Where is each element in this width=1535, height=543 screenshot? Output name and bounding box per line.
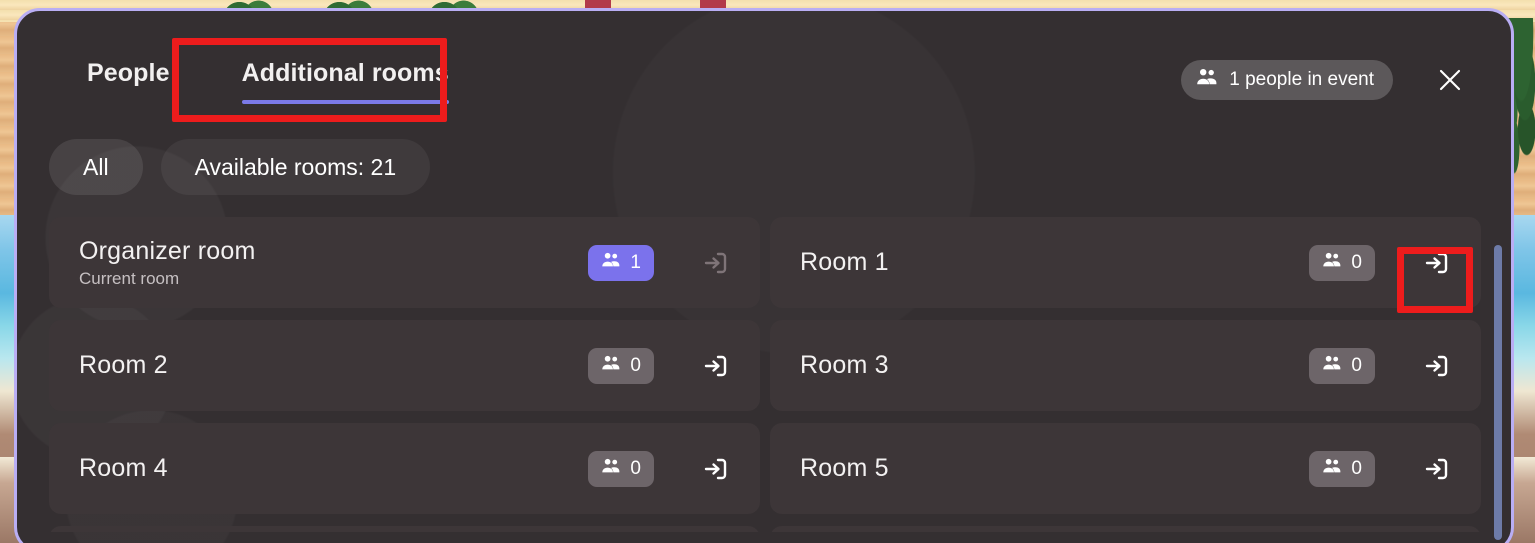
enter-room-icon[interactable] <box>1417 449 1457 489</box>
rooms-scrollbar-track[interactable] <box>1494 233 1502 543</box>
room-name: Room 1 <box>800 248 889 276</box>
people-icon <box>601 355 621 377</box>
rooms-grid: Organizer room Current room 1 Room 1 0 R… <box>49 217 1481 532</box>
dialog-tabs: People Additional rooms <box>17 11 485 104</box>
room-text: Room 5 <box>800 454 889 483</box>
dialog-header: People Additional rooms 1 people in even… <box>17 11 1511 133</box>
filter-chip-all-label: All <box>83 153 109 180</box>
tab-people[interactable]: People <box>51 59 206 88</box>
people-icon <box>601 252 621 274</box>
people-icon <box>1196 68 1218 92</box>
room-actions: 0 <box>1309 449 1457 489</box>
close-icon[interactable] <box>1429 59 1471 101</box>
room-occupancy-badge: 0 <box>1309 347 1375 384</box>
people-icon <box>1322 355 1342 377</box>
room-occupancy-count: 0 <box>1351 354 1362 376</box>
room-text: Organizer room Current room <box>79 237 255 289</box>
enter-room-icon[interactable] <box>696 449 736 489</box>
room-actions: 0 <box>588 449 736 489</box>
additional-rooms-dialog: People Additional rooms 1 people in even… <box>14 8 1514 543</box>
filter-chip-available-rooms-label: Available rooms: 21 <box>194 153 397 180</box>
tab-additional-rooms-label: Additional rooms <box>241 59 449 87</box>
room-name: Room 2 <box>79 351 168 379</box>
room-card-partial[interactable] <box>49 526 760 532</box>
enter-room-icon[interactable] <box>1417 243 1457 283</box>
room-card-room-4[interactable]: Room 4 0 <box>49 423 760 514</box>
tab-people-label: People <box>87 59 170 87</box>
room-card-room-2[interactable]: Room 2 0 <box>49 320 760 411</box>
enter-room-icon <box>696 243 736 283</box>
room-actions: 1 <box>588 243 736 283</box>
room-text: Room 1 <box>800 248 889 277</box>
room-card-room-1[interactable]: Room 1 0 <box>770 217 1481 308</box>
enter-room-icon[interactable] <box>696 346 736 386</box>
header-actions: 1 people in event <box>1181 11 1511 101</box>
room-name: Room 5 <box>800 454 889 482</box>
rooms-scroll-area[interactable]: Organizer room Current room 1 Room 1 0 R… <box>17 217 1511 532</box>
room-text: Room 2 <box>79 351 168 380</box>
room-text: Room 4 <box>79 454 168 483</box>
room-filters: All Available rooms: 21 <box>17 139 1511 195</box>
room-occupancy-badge: 0 <box>588 450 654 487</box>
filter-chip-all[interactable]: All <box>49 139 143 195</box>
room-actions: 0 <box>1309 346 1457 386</box>
app-root: People Additional rooms 1 people in even… <box>0 0 1535 543</box>
filter-chip-available-rooms[interactable]: Available rooms: 21 <box>160 139 431 195</box>
room-text: Room 3 <box>800 351 889 380</box>
room-name: Room 3 <box>800 351 889 379</box>
people-icon <box>601 458 621 480</box>
room-occupancy-badge: 0 <box>1309 450 1375 487</box>
room-actions: 0 <box>588 346 736 386</box>
people-in-event-badge[interactable]: 1 people in event <box>1181 60 1393 100</box>
room-card-partial[interactable] <box>770 526 1481 532</box>
room-occupancy-count: 1 <box>630 251 641 273</box>
room-card-room-3[interactable]: Room 3 0 <box>770 320 1481 411</box>
room-occupancy-count: 0 <box>630 457 641 479</box>
room-subtitle: Current room <box>79 268 180 288</box>
tab-additional-rooms[interactable]: Additional rooms <box>206 59 485 104</box>
rooms-scrollbar-thumb[interactable] <box>1494 245 1502 540</box>
enter-room-icon[interactable] <box>1417 346 1457 386</box>
room-card-organizer-room[interactable]: Organizer room Current room 1 <box>49 217 760 308</box>
people-icon <box>1322 458 1342 480</box>
room-occupancy-count: 0 <box>630 354 641 376</box>
people-icon <box>1322 252 1342 274</box>
room-occupancy-badge: 1 <box>588 244 654 281</box>
room-name: Organizer room <box>79 236 256 265</box>
room-actions: 0 <box>1309 243 1457 283</box>
room-occupancy-badge: 0 <box>588 347 654 384</box>
tab-active-underline <box>241 100 449 104</box>
room-name: Room 4 <box>79 454 168 482</box>
room-card-room-5[interactable]: Room 5 0 <box>770 423 1481 514</box>
room-occupancy-count: 0 <box>1351 251 1362 273</box>
people-in-event-label: 1 people in event <box>1229 69 1374 90</box>
room-occupancy-badge: 0 <box>1309 244 1375 281</box>
room-occupancy-count: 0 <box>1351 457 1362 479</box>
